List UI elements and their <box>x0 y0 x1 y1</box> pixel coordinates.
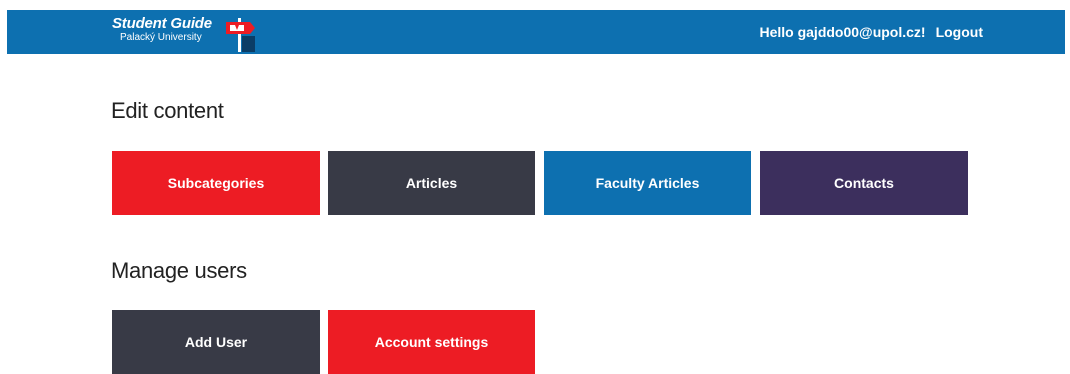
add-user-button[interactable]: Add User <box>112 310 320 374</box>
subcategories-button[interactable]: Subcategories <box>112 151 320 215</box>
faculty-articles-button[interactable]: Faculty Articles <box>544 151 751 215</box>
contacts-button[interactable]: Contacts <box>760 151 968 215</box>
edit-content-heading: Edit content <box>111 98 224 123</box>
logout-link[interactable]: Logout <box>936 24 983 40</box>
signpost-logo-icon[interactable] <box>224 16 256 52</box>
brand-link[interactable]: Student Guide Palacký University <box>112 15 212 44</box>
user-greeting: Hello gajddo00@upol.cz! <box>759 24 926 40</box>
account-settings-button[interactable]: Account settings <box>328 310 535 374</box>
brand-subtitle: Palacký University <box>120 32 202 43</box>
brand-title: Student Guide <box>112 15 212 32</box>
manage-users-heading: Manage users <box>111 258 247 283</box>
top-navbar: Student Guide Palacký University Hello g… <box>7 10 1065 54</box>
articles-button[interactable]: Articles <box>328 151 535 215</box>
